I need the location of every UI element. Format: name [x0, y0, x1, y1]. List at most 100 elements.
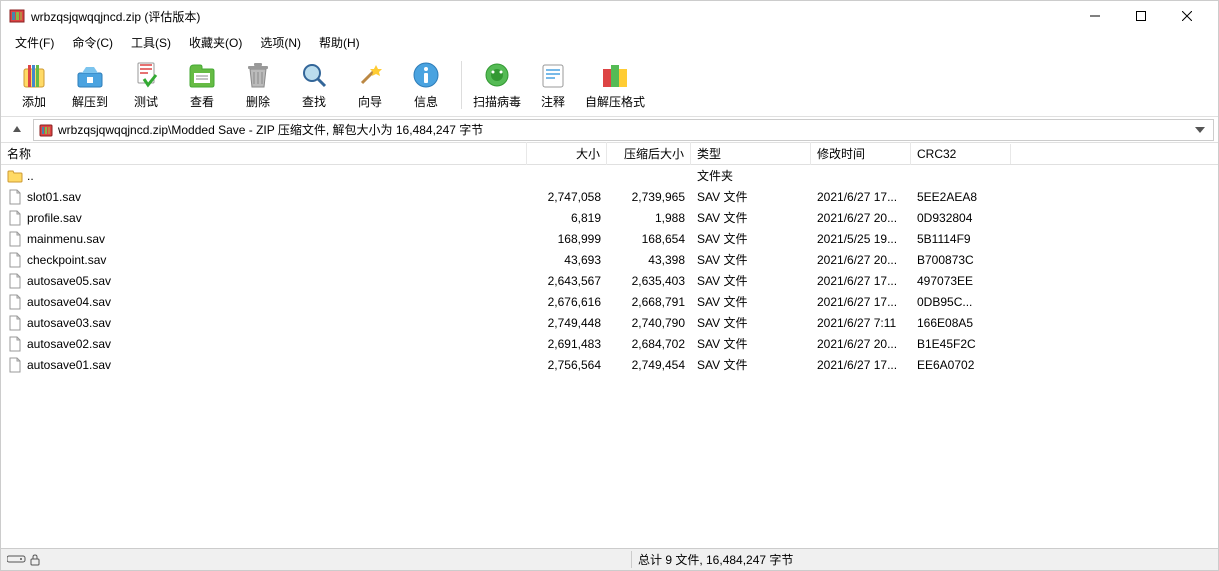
info-button[interactable]: 信息 — [401, 57, 451, 113]
cell-type: SAV 文件 — [691, 209, 811, 226]
table-row[interactable]: autosave02.sav2,691,4832,684,702SAV 文件20… — [1, 333, 1218, 354]
find-button[interactable]: 查找 — [289, 57, 339, 113]
table-row[interactable]: .. 文件夹 — [1, 165, 1218, 186]
cell-packed: 2,739,965 — [607, 190, 691, 204]
table-row[interactable]: mainmenu.sav168,999168,654SAV 文件2021/5/2… — [1, 228, 1218, 249]
cell-size: 168,999 — [527, 232, 607, 246]
cell-modified: 2021/6/27 20... — [811, 211, 911, 225]
cell-name: .. — [1, 168, 527, 184]
cell-size: 43,693 — [527, 253, 607, 267]
file-icon — [7, 210, 23, 226]
cell-type: 文件夹 — [691, 167, 811, 184]
test-button[interactable]: 测试 — [121, 57, 171, 113]
cell-crc: 5EE2AEA8 — [911, 190, 1011, 204]
cell-packed: 2,684,702 — [607, 337, 691, 351]
cell-type: SAV 文件 — [691, 335, 811, 352]
title-bar: wrbzqsjqwqqjncd.zip (评估版本) — [1, 1, 1218, 31]
test-icon — [130, 59, 162, 91]
comment-button[interactable]: 注释 — [528, 57, 578, 113]
toolbar-separator — [461, 61, 462, 109]
sfx-icon — [599, 59, 631, 91]
cell-crc: EE6A0702 — [911, 358, 1011, 372]
menu-help[interactable]: 帮助(H) — [311, 32, 368, 53]
menu-bar: 文件(F) 命令(C) 工具(S) 收藏夹(O) 选项(N) 帮助(H) — [1, 31, 1218, 53]
file-icon — [7, 231, 23, 247]
view-icon — [186, 59, 218, 91]
cell-packed: 1,988 — [607, 211, 691, 225]
drive-icon — [7, 554, 23, 566]
cell-size: 2,756,564 — [527, 358, 607, 372]
delete-button[interactable]: 删除 — [233, 57, 283, 113]
sfx-button[interactable]: 自解压格式 — [584, 57, 646, 113]
cell-name: autosave05.sav — [1, 273, 527, 289]
cell-name: mainmenu.sav — [1, 231, 527, 247]
status-left — [1, 554, 631, 566]
wizard-button[interactable]: 向导 — [345, 57, 395, 113]
table-row[interactable]: autosave04.sav2,676,6162,668,791SAV 文件20… — [1, 291, 1218, 312]
file-icon — [7, 252, 23, 268]
file-icon — [7, 189, 23, 205]
menu-favorites[interactable]: 收藏夹(O) — [181, 32, 250, 53]
cell-packed: 2,668,791 — [607, 295, 691, 309]
column-packed[interactable]: 压缩后大小 — [607, 142, 691, 165]
column-name[interactable]: 名称 — [1, 142, 527, 165]
window-title: wrbzqsjqwqqjncd.zip (评估版本) — [31, 8, 1072, 25]
virus-scan-button[interactable]: 扫描病毒 — [472, 57, 522, 113]
column-crc[interactable]: CRC32 — [911, 144, 1011, 164]
lock-icon — [29, 554, 45, 566]
cell-name: autosave04.sav — [1, 294, 527, 310]
cell-name: autosave03.sav — [1, 315, 527, 331]
table-row[interactable]: autosave05.sav2,643,5672,635,403SAV 文件20… — [1, 270, 1218, 291]
cell-type: SAV 文件 — [691, 356, 811, 373]
table-row[interactable]: autosave01.sav2,756,5642,749,454SAV 文件20… — [1, 354, 1218, 375]
maximize-button[interactable] — [1118, 1, 1164, 31]
cell-crc: 0D932804 — [911, 211, 1011, 225]
table-row[interactable]: autosave03.sav2,749,4482,740,790SAV 文件20… — [1, 312, 1218, 333]
add-button[interactable]: 添加 — [9, 57, 59, 113]
status-bar: 总计 9 文件, 16,484,247 字节 — [1, 548, 1218, 570]
up-button[interactable] — [5, 119, 29, 141]
folder-icon — [7, 168, 23, 184]
menu-file[interactable]: 文件(F) — [7, 32, 62, 53]
file-list[interactable]: .. 文件夹 slot01.sav2,747,0582,739,965SAV 文件2… — [1, 165, 1218, 548]
cell-type: SAV 文件 — [691, 230, 811, 247]
cell-modified: 2021/6/27 17... — [811, 358, 911, 372]
cell-size: 2,643,567 — [527, 274, 607, 288]
table-row[interactable]: profile.sav6,8191,988SAV 文件2021/6/27 20.… — [1, 207, 1218, 228]
column-size[interactable]: 大小 — [527, 142, 607, 165]
app-icon — [9, 8, 25, 24]
path-input[interactable] — [58, 123, 1187, 137]
column-type[interactable]: 类型 — [691, 142, 811, 165]
path-input-container[interactable] — [33, 119, 1214, 141]
cell-modified: 2021/6/27 20... — [811, 337, 911, 351]
cell-modified: 2021/6/27 17... — [811, 295, 911, 309]
cell-packed: 2,749,454 — [607, 358, 691, 372]
add-icon — [18, 59, 50, 91]
path-dropdown-button[interactable] — [1191, 127, 1209, 133]
delete-icon — [242, 59, 274, 91]
menu-options[interactable]: 选项(N) — [252, 32, 309, 53]
table-row[interactable]: slot01.sav2,747,0582,739,965SAV 文件2021/6… — [1, 186, 1218, 207]
extract-button[interactable]: 解压到 — [65, 57, 115, 113]
cell-type: SAV 文件 — [691, 272, 811, 289]
file-icon — [7, 336, 23, 352]
cell-type: SAV 文件 — [691, 188, 811, 205]
minimize-button[interactable] — [1072, 1, 1118, 31]
cell-modified: 2021/6/27 7:11 — [811, 316, 911, 330]
virus-icon — [481, 59, 513, 91]
menu-commands[interactable]: 命令(C) — [64, 32, 121, 53]
column-modified[interactable]: 修改时间 — [811, 142, 911, 165]
cell-crc: 166E08A5 — [911, 316, 1011, 330]
cell-name: slot01.sav — [1, 189, 527, 205]
close-button[interactable] — [1164, 1, 1210, 31]
cell-type: SAV 文件 — [691, 314, 811, 331]
comment-icon — [537, 59, 569, 91]
table-row[interactable]: checkpoint.sav43,69343,398SAV 文件2021/6/2… — [1, 249, 1218, 270]
view-button[interactable]: 查看 — [177, 57, 227, 113]
cell-packed: 2,635,403 — [607, 274, 691, 288]
file-icon — [7, 294, 23, 310]
menu-tools[interactable]: 工具(S) — [123, 32, 179, 53]
archive-icon — [38, 122, 54, 138]
cell-modified: 2021/6/27 20... — [811, 253, 911, 267]
status-total: 总计 9 文件, 16,484,247 字节 — [631, 551, 1218, 568]
